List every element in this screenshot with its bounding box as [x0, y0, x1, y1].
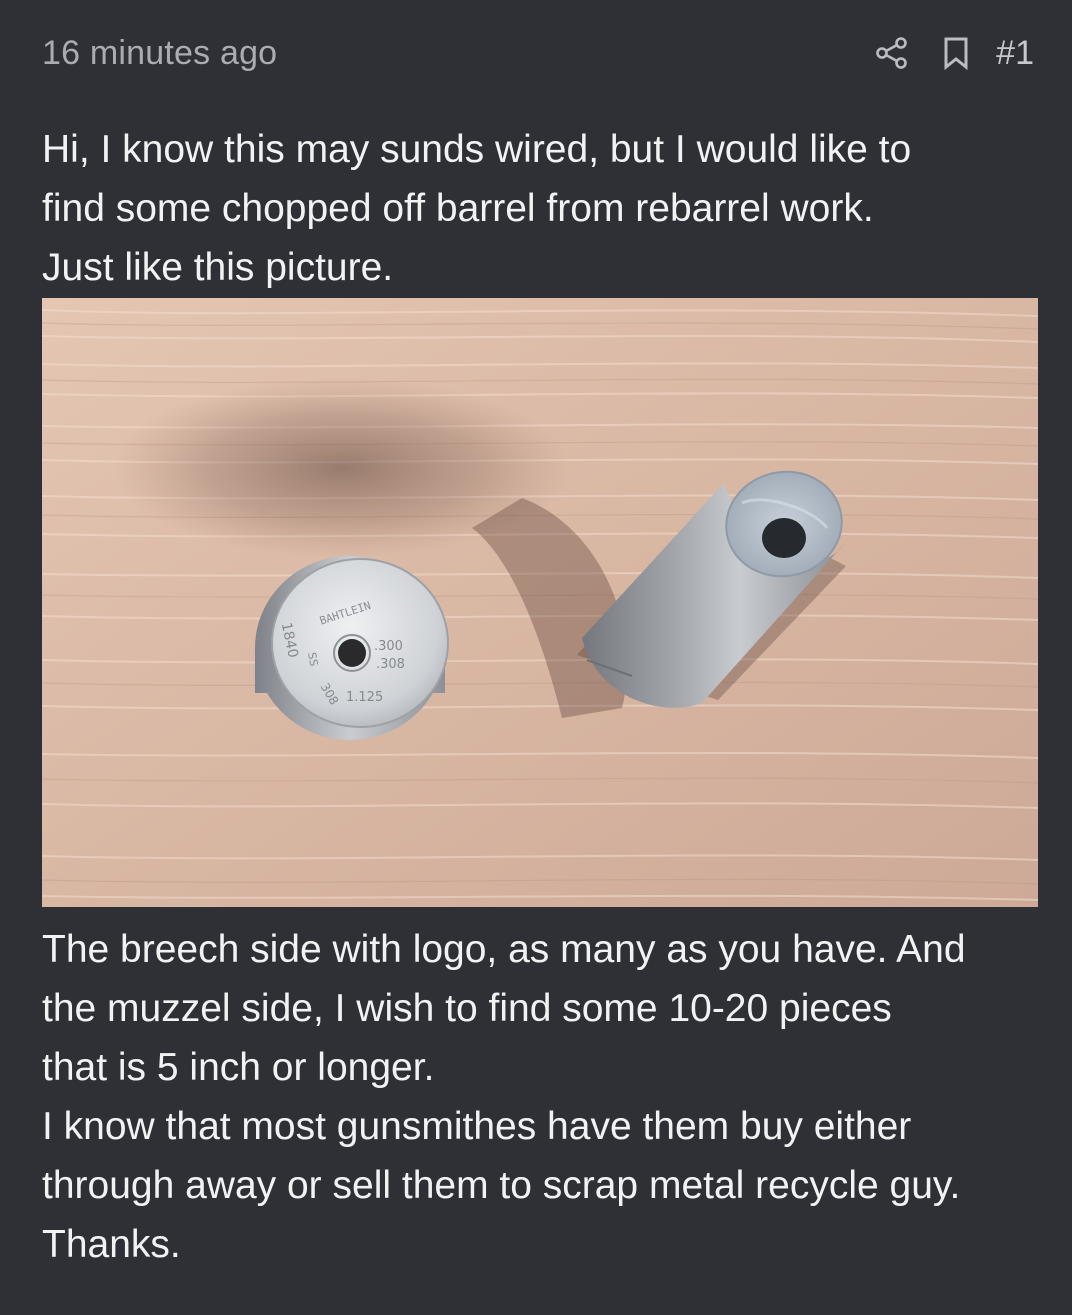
post-body-intro: Hi, I know this may sunds wired, but I w… [42, 120, 1042, 297]
share-icon [876, 37, 907, 69]
breech-disc: BAHTLEIN .300 .308 1.125 1840 SS 308 [255, 556, 449, 740]
post-timestamp: 16 minutes ago [42, 33, 278, 72]
stamp-text: 1.125 [346, 690, 383, 705]
bookmark-button[interactable] [934, 31, 978, 75]
stamp-text: SS [305, 651, 320, 667]
text-line: find some chopped off barrel from rebarr… [42, 187, 874, 230]
post-number-link[interactable]: #1 [996, 34, 1034, 73]
stamp-text: .308 [376, 657, 405, 672]
text-line: The breech side with logo, as many as yo… [42, 928, 966, 971]
text-line: Thanks. [42, 1223, 181, 1266]
post-header: 16 minutes ago #1 [42, 28, 1034, 78]
text-line: the muzzel side, I wish to find some 10-… [42, 987, 892, 1030]
text-line: through away or sell them to scrap metal… [42, 1164, 961, 1207]
post-body-details: The breech side with logo, as many as yo… [42, 920, 1042, 1274]
stamp-text: .300 [374, 639, 403, 654]
text-line: Just like this picture. [42, 246, 394, 289]
post-image[interactable]: BAHTLEIN .300 .308 1.125 1840 SS 308 [42, 298, 1038, 907]
bookmark-icon [944, 37, 968, 70]
barrel-photo: BAHTLEIN .300 .308 1.125 1840 SS 308 [42, 298, 1038, 907]
text-line: that is 5 inch or longer. [42, 1046, 435, 1089]
post-actions: #1 [870, 31, 1034, 75]
text-line: Hi, I know this may sunds wired, but I w… [42, 128, 912, 171]
text-line: I know that most gunsmithes have them bu… [42, 1105, 912, 1148]
share-button[interactable] [870, 31, 914, 75]
